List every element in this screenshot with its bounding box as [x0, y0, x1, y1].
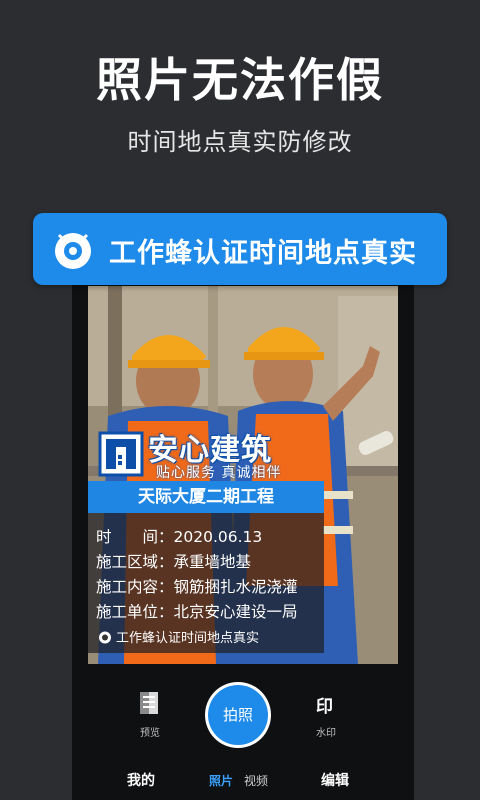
watermark-icon[interactable]: 印 [316, 692, 333, 717]
preview-label[interactable]: 预览 [140, 724, 160, 739]
shutter-button[interactable]: 拍照 [208, 685, 268, 745]
info-row-content: 施工内容：钢筋捆扎水泥浇灌 [96, 575, 298, 597]
info-label: 时 间： [96, 528, 174, 546]
promo-headline: 照片无法作假 [96, 53, 384, 107]
tab-mine[interactable]: 我的 [127, 770, 155, 790]
camera-badge-icon [99, 631, 111, 644]
banner-text: 工作蜂认证时间地点真实 [109, 238, 417, 269]
camera-logo-icon [55, 233, 91, 269]
info-value: 承重墙地基 [173, 553, 252, 571]
info-value: 钢筋捆扎水泥浇灌 [173, 578, 298, 596]
info-label: 施工单位： [96, 603, 174, 621]
watermark-label[interactable]: 水印 [316, 724, 336, 739]
watermark-info-box: 时 间：2020.06.13 施工区域：承重墙地基 施工内容：钢筋捆扎水泥浇灌 … [88, 513, 324, 653]
brand-slogan: 贴心服务 真诚相伴 [156, 465, 282, 481]
brand-logo-icon [98, 431, 144, 477]
watermark-brand: 安心建筑 贴心服务 真诚相伴 [98, 425, 328, 485]
info-value: 北京安心建设一局 [173, 603, 298, 621]
promo-subline: 时间地点真实防修改 [127, 128, 353, 156]
info-label: 施工内容： [96, 578, 174, 596]
info-row-time: 时 间：2020.06.13 [96, 525, 262, 547]
preview-thumbnail-icon[interactable] [140, 692, 158, 714]
certified-text: 工作蜂认证时间地点真实 [116, 631, 260, 646]
project-title: 天际大厦二期工程 [88, 481, 324, 513]
tab-edit[interactable]: 编辑 [321, 770, 349, 790]
tab-photo[interactable]: 照片 [209, 772, 233, 789]
info-value: 2020.06.13 [173, 528, 263, 546]
info-row-area: 施工区域：承重墙地基 [96, 550, 251, 572]
info-label: 施工区域： [96, 553, 174, 571]
certification-banner: 工作蜂认证时间地点真实 [33, 213, 447, 285]
certified-footer: 工作蜂认证时间地点真实 [98, 627, 259, 646]
info-row-company: 施工单位：北京安心建设一局 [96, 600, 298, 622]
tab-video[interactable]: 视频 [244, 772, 268, 789]
